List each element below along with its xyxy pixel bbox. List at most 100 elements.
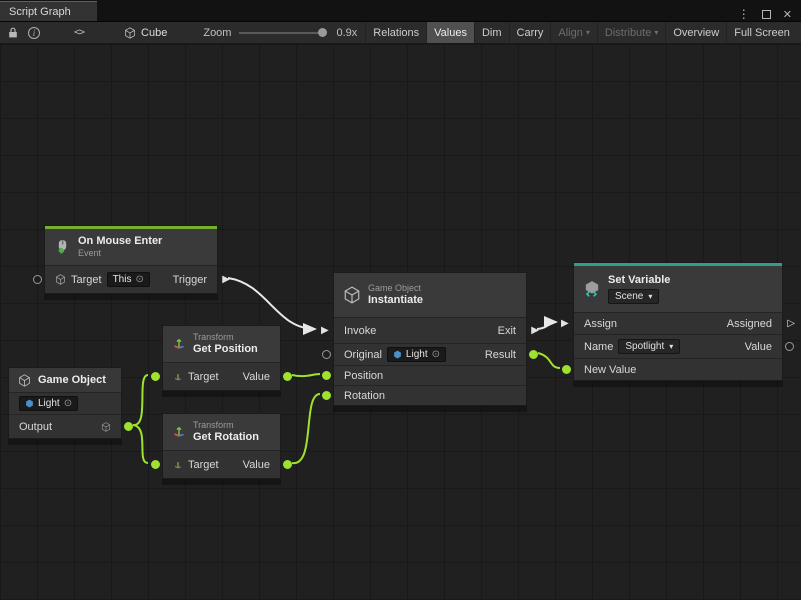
port-target-input[interactable] bbox=[151, 372, 160, 381]
zoom-slider[interactable] bbox=[239, 26, 327, 40]
port-value-output[interactable] bbox=[283, 372, 292, 381]
node-port-row: ▶ Invoke Exit ▶ bbox=[334, 317, 526, 343]
toolbar-button-fullscreen[interactable]: Full Screen bbox=[726, 22, 797, 43]
cube-icon bbox=[55, 274, 66, 285]
toolbar-button-align[interactable]: Align▾ bbox=[550, 22, 596, 43]
object-picker-icon[interactable]: ⊙ bbox=[432, 349, 440, 360]
node-port-row: Target This ⊙ Trigger ▶ bbox=[45, 265, 217, 293]
toolbar-button-dim[interactable]: Dim bbox=[474, 22, 509, 43]
port-label-value: Value bbox=[745, 341, 772, 353]
port-rotation-input[interactable] bbox=[322, 391, 331, 400]
port-position-input[interactable] bbox=[322, 371, 331, 380]
port-output[interactable] bbox=[124, 422, 133, 431]
graph-canvas[interactable]: On Mouse Enter Event Target This ⊙ Trigg… bbox=[0, 44, 801, 600]
port-result-output[interactable] bbox=[529, 350, 538, 359]
cube-icon bbox=[18, 374, 31, 387]
node-title: On Mouse Enter bbox=[78, 235, 162, 248]
button-label: Full Screen bbox=[734, 27, 790, 39]
button-label: Overview bbox=[673, 27, 719, 39]
variable-kind-dropdown[interactable]: Scene ▾ bbox=[608, 289, 659, 304]
tab-script-graph[interactable]: Script Graph bbox=[0, 1, 97, 21]
node-title: Instantiate bbox=[368, 294, 423, 307]
unity-object-icon bbox=[25, 399, 34, 408]
toolbar-buttons: Relations Values Dim Carry Align▾ Distri… bbox=[365, 22, 797, 43]
light-object-field[interactable]: Light ⊙ bbox=[19, 396, 78, 411]
zoom-label: Zoom bbox=[203, 27, 231, 39]
port-target-input[interactable] bbox=[33, 275, 42, 284]
port-value-output[interactable] bbox=[283, 460, 292, 469]
toolbar-button-relations[interactable]: Relations bbox=[365, 22, 426, 43]
object-picker-icon[interactable]: ⊙ bbox=[135, 274, 143, 285]
node-title: Set Variable bbox=[608, 274, 670, 287]
node-on-mouse-enter[interactable]: On Mouse Enter Event Target This ⊙ Trigg… bbox=[44, 225, 218, 294]
port-label-trigger: Trigger bbox=[173, 274, 207, 286]
node-instantiate[interactable]: Game Object Instantiate ▶ Invoke Exit ▶ … bbox=[333, 272, 527, 406]
port-new-value-input[interactable] bbox=[562, 365, 571, 374]
variable-icon bbox=[583, 280, 601, 298]
cube-icon bbox=[343, 286, 361, 304]
node-port-row: Original Light ⊙ Result bbox=[334, 343, 526, 365]
variable-name-dropdown[interactable]: Spotlight ▾ bbox=[618, 339, 680, 354]
maximize-icon[interactable] bbox=[762, 10, 771, 19]
object-picker-icon[interactable]: ⊙ bbox=[64, 398, 72, 409]
port-label-rotation: Rotation bbox=[344, 390, 385, 402]
original-object-field[interactable]: Light ⊙ bbox=[387, 347, 446, 362]
lock-icon[interactable] bbox=[8, 27, 18, 39]
close-icon[interactable]: ✕ bbox=[783, 8, 792, 21]
node-port-row: Target Value bbox=[163, 362, 280, 390]
node-get-rotation[interactable]: Transform Get Rotation Target Value bbox=[162, 413, 281, 479]
port-label-assigned: Assigned bbox=[727, 318, 772, 330]
node-light-variable[interactable]: Game Object Light ⊙ Output bbox=[8, 367, 122, 439]
node-port-row: Target Value bbox=[163, 450, 280, 478]
object-field-value: This bbox=[113, 274, 132, 285]
node-title: Get Position bbox=[193, 343, 258, 356]
info-icon[interactable]: i bbox=[28, 27, 40, 39]
node-port-row: Output bbox=[9, 414, 121, 438]
button-label: Relations bbox=[373, 27, 419, 39]
node-get-position[interactable]: Transform Get Position Target Value bbox=[162, 325, 281, 391]
more-menu-icon[interactable]: ⋮ bbox=[738, 7, 750, 21]
node-title: Get Rotation bbox=[193, 431, 259, 444]
button-label: Distribute bbox=[605, 27, 651, 39]
transform-axes-icon bbox=[172, 425, 186, 439]
node-port-row: New Value bbox=[574, 358, 782, 380]
button-label: Carry bbox=[517, 27, 544, 39]
port-label-position: Position bbox=[344, 370, 383, 382]
code-view-icon[interactable]: <> bbox=[74, 27, 84, 38]
transform-axes-icon bbox=[173, 460, 183, 470]
zoom-slider-track bbox=[239, 32, 327, 34]
node-port-row: Position bbox=[334, 365, 526, 385]
port-label-target: Target bbox=[71, 274, 102, 286]
node-header: Game Object bbox=[9, 368, 121, 392]
chevron-down-icon: ▾ bbox=[586, 28, 590, 37]
transform-axes-icon bbox=[172, 337, 186, 351]
node-category: Transform bbox=[193, 420, 259, 431]
node-header: On Mouse Enter Event bbox=[45, 229, 217, 265]
toolbar-button-carry[interactable]: Carry bbox=[509, 22, 551, 43]
button-label: Dim bbox=[482, 27, 502, 39]
node-set-variable[interactable]: Set Variable Scene ▾ ▶ Assign Assigned ▷… bbox=[573, 262, 783, 381]
port-label-result: Result bbox=[485, 349, 516, 361]
chevron-down-icon: ▾ bbox=[654, 28, 658, 37]
port-label-new-value: New Value bbox=[584, 364, 636, 376]
node-port-row: ▶ Assign Assigned ▷ bbox=[574, 312, 782, 334]
port-label-assign: Assign bbox=[584, 318, 617, 330]
node-header: Game Object Instantiate bbox=[334, 273, 526, 317]
window-controls: ⋮ ✕ bbox=[738, 7, 801, 21]
zoom-slider-handle[interactable] bbox=[318, 28, 327, 37]
graph-target[interactable]: Cube bbox=[124, 27, 167, 39]
port-label-exit: Exit bbox=[498, 325, 516, 337]
transform-axes-icon bbox=[173, 372, 183, 382]
node-category: Transform bbox=[193, 332, 258, 343]
toolbar-button-distribute[interactable]: Distribute▾ bbox=[597, 22, 665, 43]
port-label-output: Output bbox=[19, 421, 52, 433]
toolbar-button-overview[interactable]: Overview bbox=[665, 22, 726, 43]
toolbar-button-values[interactable]: Values bbox=[426, 22, 474, 43]
target-object-field[interactable]: This ⊙ bbox=[107, 272, 150, 287]
tab-title: Script Graph bbox=[9, 6, 71, 18]
port-value-output[interactable] bbox=[785, 342, 794, 351]
port-label-name: Name bbox=[584, 341, 613, 353]
port-target-input[interactable] bbox=[151, 460, 160, 469]
port-original-input[interactable] bbox=[322, 350, 331, 359]
chevron-down-icon: ▾ bbox=[648, 292, 652, 301]
